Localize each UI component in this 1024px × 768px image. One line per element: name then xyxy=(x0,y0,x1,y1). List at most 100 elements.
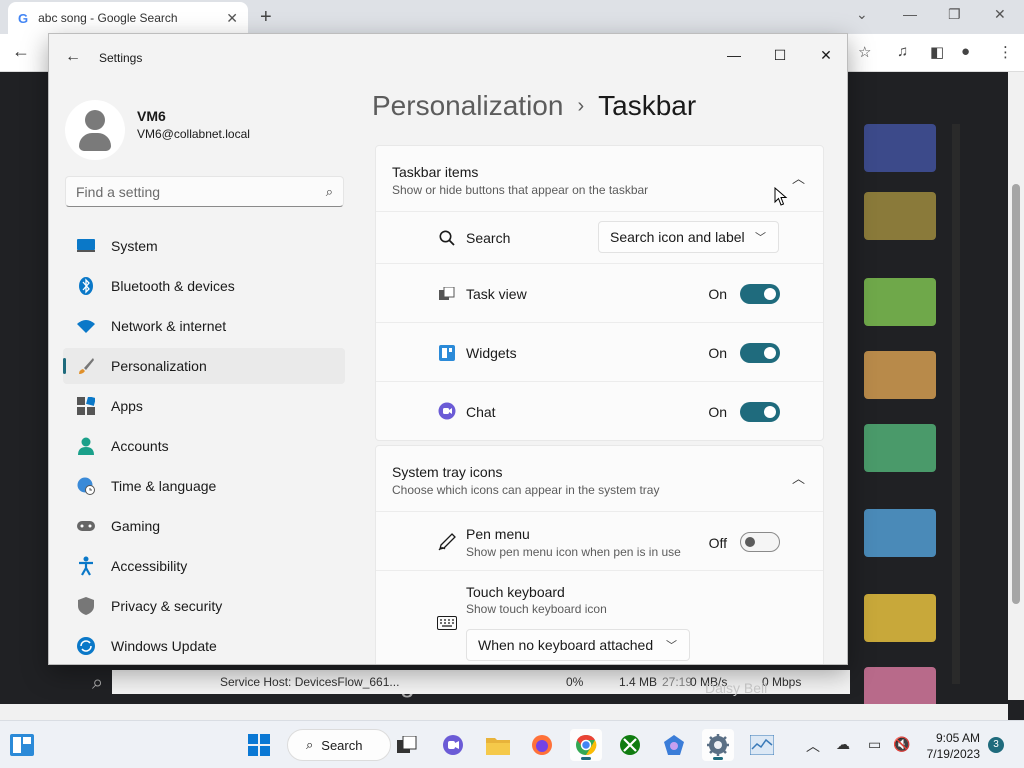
close-icon[interactable]: ✕ xyxy=(803,40,847,70)
video-thumbnail[interactable] xyxy=(864,124,936,172)
search-mode-dropdown[interactable]: Search icon and label ﹀ xyxy=(598,221,779,253)
maximize-icon[interactable]: ☐ xyxy=(757,40,803,70)
video-thumbnail[interactable] xyxy=(864,192,936,240)
update-icon xyxy=(75,636,97,656)
profile-avatar-icon[interactable]: ● xyxy=(961,43,970,60)
video-thumbnail[interactable] xyxy=(864,278,936,326)
video-thumbnail[interactable] xyxy=(864,424,936,472)
sidebar-item-accounts[interactable]: Accounts xyxy=(63,428,345,464)
file-explorer-icon[interactable] xyxy=(482,729,514,761)
sidebar-item-time-language[interactable]: Time & language xyxy=(63,468,345,504)
task-manager-icon[interactable] xyxy=(746,729,778,761)
find-setting-input[interactable] xyxy=(66,177,306,206)
bookmark-star-icon[interactable]: ☆ xyxy=(858,43,871,61)
side-video-label[interactable]: Daisy Bell xyxy=(705,680,767,696)
accessibility-icon xyxy=(75,556,97,576)
chrome-menu-icon[interactable]: ⋮ xyxy=(998,43,1013,61)
sidebar-item-accessibility[interactable]: Accessibility xyxy=(63,548,345,584)
video-thumbnail[interactable] xyxy=(864,351,936,399)
start-icon[interactable] xyxy=(243,729,275,761)
widgets-icon xyxy=(436,343,458,363)
sidebar-item-bluetooth[interactable]: Bluetooth & devices xyxy=(63,268,345,304)
onedrive-icon[interactable]: ☁ xyxy=(836,736,850,753)
widgets-row: Widgets On xyxy=(376,323,823,382)
widgets-taskbar-icon[interactable] xyxy=(6,729,38,761)
close-tab-icon[interactable]: ✕ xyxy=(226,10,238,27)
mouse-cursor-icon xyxy=(774,187,788,206)
sidebar-item-privacy[interactable]: Privacy & security xyxy=(63,588,345,624)
minimize-icon[interactable]: — xyxy=(711,40,757,70)
globe-clock-icon xyxy=(75,476,97,496)
clock[interactable]: 9:05 AM 7/19/2023 xyxy=(922,730,980,762)
volume-muted-icon[interactable]: 🔇 xyxy=(893,736,910,753)
firefox-icon[interactable] xyxy=(526,729,558,761)
account-icon xyxy=(75,436,97,456)
sidebar-item-label: Gaming xyxy=(111,518,161,534)
chevron-up-icon[interactable]: ︿ xyxy=(792,468,805,487)
page-horizontal-scrollbar[interactable] xyxy=(0,704,1008,720)
chat-taskbar-icon[interactable] xyxy=(437,729,469,761)
sidebar-item-gaming[interactable]: Gaming xyxy=(63,508,345,544)
chat-toggle[interactable] xyxy=(740,402,780,422)
copilot-app-icon[interactable] xyxy=(658,729,690,761)
youtube-scrollbar[interactable] xyxy=(952,124,960,684)
search-icon xyxy=(436,228,458,248)
search-icon[interactable]: ⌕ xyxy=(326,184,333,200)
chevron-up-icon[interactable]: ︿ xyxy=(806,736,820,756)
sidebar-item-apps[interactable]: Apps xyxy=(63,388,345,424)
user-name: VM6 xyxy=(137,108,166,124)
chevron-down-icon: ﹀ xyxy=(666,640,677,652)
wifi-icon xyxy=(75,316,97,336)
sidebar-item-windows-update[interactable]: Windows Update xyxy=(63,628,345,664)
video-thumbnail[interactable] xyxy=(864,509,936,557)
touch-keyboard-dropdown[interactable]: When no keyboard attached ﹀ xyxy=(466,629,690,661)
row-label: Search xyxy=(466,230,511,246)
toggle-state: On xyxy=(708,286,727,302)
back-arrow-icon[interactable]: ← xyxy=(63,48,83,66)
xbox-icon[interactable] xyxy=(614,729,646,761)
widgets-toggle[interactable] xyxy=(740,343,780,363)
title-bar: ← Settings — ☐ ✕ xyxy=(49,34,847,82)
settings-taskbar-icon[interactable] xyxy=(702,729,734,761)
keyboard-icon xyxy=(436,613,458,633)
sidebar-item-system[interactable]: System xyxy=(63,228,345,264)
video-thumbnail[interactable] xyxy=(864,594,936,642)
page-vertical-scrollbar[interactable] xyxy=(1008,72,1024,700)
network-icon[interactable]: ▭ xyxy=(868,736,881,753)
toggle-state: On xyxy=(708,404,727,420)
chrome-close-icon[interactable]: ✕ xyxy=(994,6,1006,23)
media-controls-icon[interactable]: ♫ xyxy=(897,43,908,60)
taskbar-items-header[interactable]: Taskbar items Show or hide buttons that … xyxy=(376,146,823,212)
pen-menu-row: Pen menu Show pen menu icon when pen is … xyxy=(376,512,823,571)
settings-window: ← Settings — ☐ ✕ VM6 VM6@collabnet.local… xyxy=(48,33,848,665)
new-tab-icon[interactable]: + xyxy=(260,6,272,29)
side-panel-icon[interactable]: ◧ xyxy=(930,43,944,61)
task-view-taskbar-icon[interactable] xyxy=(391,729,423,761)
bluetooth-icon xyxy=(75,276,97,296)
sidebar-item-label: System xyxy=(111,238,158,254)
sidebar-item-label: Windows Update xyxy=(111,638,217,654)
chrome-restore-icon[interactable]: ❐ xyxy=(948,6,961,23)
chrome-tab[interactable]: G abc song - Google Search ✕ xyxy=(8,2,248,34)
notification-badge[interactable]: 3 xyxy=(988,737,1004,753)
scrollbar-thumb[interactable] xyxy=(1012,184,1020,604)
system-icon xyxy=(75,236,97,256)
user-profile[interactable]: VM6 VM6@collabnet.local xyxy=(65,100,345,164)
chrome-back-icon[interactable]: ← xyxy=(12,41,30,62)
breadcrumb-parent[interactable]: Personalization xyxy=(372,90,563,121)
sidebar-item-label: Accessibility xyxy=(111,558,188,574)
tab-search-icon[interactable]: ⌄ xyxy=(856,6,868,23)
chrome-taskbar-icon[interactable] xyxy=(570,729,602,761)
dropdown-value: Search icon and label xyxy=(610,229,745,245)
app-title: Settings xyxy=(99,51,143,65)
task-view-toggle[interactable] xyxy=(740,284,780,304)
system-tray-header[interactable]: System tray icons Choose which icons can… xyxy=(376,446,823,512)
chrome-minimize-icon[interactable]: — xyxy=(903,6,917,22)
row-label: Touch keyboard xyxy=(466,584,565,600)
apps-icon xyxy=(75,396,97,416)
sidebar-item-personalization[interactable]: Personalization xyxy=(63,348,345,384)
sidebar-item-network[interactable]: Network & internet xyxy=(63,308,345,344)
pen-menu-toggle[interactable] xyxy=(740,532,780,552)
taskbar-search-button[interactable]: ⌕ Search xyxy=(287,729,391,761)
chevron-up-icon[interactable]: ︿ xyxy=(792,168,805,187)
